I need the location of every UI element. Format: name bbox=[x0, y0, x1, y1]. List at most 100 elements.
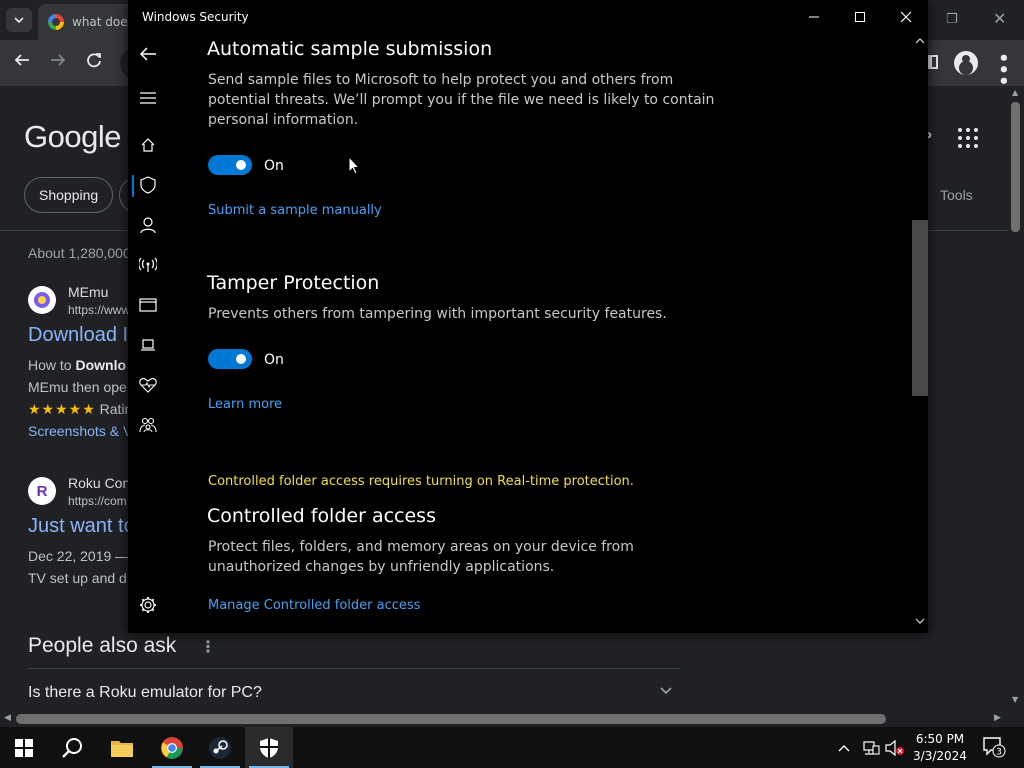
action-center-button[interactable]: 3 bbox=[982, 735, 1006, 763]
show-hidden-icons-button[interactable] bbox=[838, 727, 850, 768]
reload-icon[interactable] bbox=[86, 52, 102, 72]
network-icon bbox=[863, 740, 880, 755]
google-logo[interactable]: Google bbox=[24, 119, 121, 155]
minimize-icon bbox=[809, 16, 819, 18]
page-horizontal-scrollbar[interactable]: ◀ ▶ bbox=[0, 711, 1008, 727]
window-title: Windows Security bbox=[142, 10, 249, 24]
nav-settings[interactable] bbox=[128, 585, 168, 625]
submit-sample-link[interactable]: Submit a sample manually bbox=[208, 203, 382, 218]
result-snippet: TV set up and d bbox=[28, 570, 127, 586]
scroll-right-icon[interactable]: ▶ bbox=[994, 713, 1001, 723]
section-description-auto-sample: Send sample files to Microsoft to help p… bbox=[208, 72, 715, 128]
shield-icon bbox=[260, 737, 278, 758]
security-content: Automatic sample submission Send sample … bbox=[168, 34, 912, 633]
person-icon bbox=[140, 217, 156, 233]
scroll-up-icon[interactable]: ▲ bbox=[1012, 88, 1018, 97]
auto-sample-toggle-state: On bbox=[264, 158, 284, 174]
taskbar: 6:50 PM 3/3/2024 3 bbox=[0, 727, 1024, 768]
section-heading-tamper: Tamper Protection bbox=[207, 272, 380, 294]
scroll-thumb[interactable] bbox=[912, 220, 928, 396]
back-arrow-icon bbox=[139, 47, 156, 61]
nav-app-browser-control[interactable] bbox=[128, 285, 168, 325]
google-apps-icon[interactable] bbox=[958, 128, 978, 148]
scroll-up-icon[interactable] bbox=[915, 36, 925, 47]
toggle-knob bbox=[236, 160, 246, 170]
filter-chip-shopping[interactable]: Shopping bbox=[24, 177, 114, 213]
maximize-button[interactable] bbox=[837, 0, 883, 34]
nav-firewall[interactable] bbox=[128, 245, 168, 285]
profile-avatar-icon[interactable] bbox=[954, 51, 978, 75]
folder-icon bbox=[111, 740, 133, 757]
google-favicon-icon bbox=[48, 14, 64, 30]
security-nav bbox=[128, 34, 168, 633]
browser-menu-icon[interactable]: ••• bbox=[992, 52, 1013, 87]
volume-button[interactable] bbox=[885, 727, 905, 768]
section-heading-auto-sample: Automatic sample submission bbox=[207, 38, 493, 60]
result-title-link[interactable]: Download I bbox=[28, 324, 128, 347]
wireless-signal-icon bbox=[139, 257, 157, 272]
minimize-button[interactable] bbox=[791, 0, 837, 34]
hamburger-menu-icon bbox=[140, 92, 156, 104]
star-rating-icon: ★★★★★ bbox=[28, 401, 96, 417]
learn-more-link[interactable]: Learn more bbox=[208, 397, 282, 412]
result-rating: ★★★★★ Ratin bbox=[28, 401, 133, 417]
start-button[interactable] bbox=[0, 727, 48, 768]
result-snippet: MEmu then ope bbox=[28, 379, 127, 395]
scroll-thumb[interactable] bbox=[16, 714, 886, 724]
page-vertical-scrollbar[interactable]: ▲ ▼ bbox=[1008, 86, 1024, 711]
back-arrow-icon[interactable] bbox=[14, 52, 30, 72]
network-status-button[interactable] bbox=[862, 727, 880, 768]
nav-device-health[interactable] bbox=[128, 365, 168, 405]
tamper-toggle[interactable] bbox=[208, 349, 252, 369]
security-scrollbar[interactable] bbox=[912, 34, 928, 633]
nav-virus-protection[interactable] bbox=[128, 165, 168, 205]
taskbar-file-explorer[interactable] bbox=[98, 727, 146, 768]
scroll-down-icon[interactable]: ▼ bbox=[1012, 695, 1018, 704]
scroll-left-icon[interactable]: ◀ bbox=[4, 713, 11, 723]
result-site-name: Roku Con bbox=[68, 475, 131, 491]
result-url[interactable]: https://com bbox=[68, 494, 127, 508]
taskbar-search-button[interactable] bbox=[48, 727, 96, 768]
result-title-link[interactable]: Just want to bbox=[28, 515, 135, 538]
window-titlebar[interactable]: Windows Security bbox=[128, 0, 928, 34]
nav-device-security[interactable] bbox=[128, 325, 168, 365]
family-icon bbox=[139, 417, 157, 433]
taskbar-steam[interactable] bbox=[196, 727, 244, 768]
tools-button[interactable]: Tools bbox=[940, 187, 973, 203]
browser-close-button[interactable]: ✕ bbox=[993, 9, 1006, 28]
browser-tab[interactable]: what does bbox=[38, 4, 138, 40]
taskbar-windows-security[interactable] bbox=[245, 727, 293, 768]
nav-account-protection[interactable] bbox=[128, 205, 168, 245]
close-icon bbox=[900, 11, 912, 23]
nav-family-options[interactable] bbox=[128, 405, 168, 445]
scroll-down-icon[interactable] bbox=[915, 616, 925, 627]
nav-menu-button[interactable] bbox=[128, 78, 168, 118]
taskbar-clock[interactable]: 6:50 PM 3/3/2024 bbox=[910, 731, 970, 765]
toggle-knob bbox=[236, 354, 246, 364]
taskbar-chrome[interactable] bbox=[148, 727, 196, 768]
paa-question[interactable]: Is there a Roku emulator for PC? bbox=[28, 684, 262, 702]
forward-arrow-icon[interactable] bbox=[50, 52, 66, 72]
search-icon bbox=[62, 737, 82, 758]
people-also-ask-heading: People also ask bbox=[28, 634, 177, 657]
nav-back-button[interactable] bbox=[128, 34, 168, 74]
more-options-icon[interactable]: ⋮ bbox=[200, 637, 216, 656]
roku-favicon-icon: R bbox=[28, 477, 56, 505]
mouse-cursor-icon bbox=[348, 156, 360, 175]
result-snippet: How to Downlo bbox=[28, 357, 127, 373]
clock-time: 6:50 PM bbox=[915, 732, 965, 746]
nav-home[interactable] bbox=[128, 125, 168, 165]
chevron-down-icon bbox=[14, 17, 24, 23]
result-date: Dec 22, 2019 — bbox=[28, 548, 130, 564]
result-sitelink[interactable]: Screenshots & V bbox=[28, 423, 132, 439]
result-url[interactable]: https://www bbox=[68, 303, 130, 317]
browser-restore-button[interactable]: ❐ bbox=[946, 12, 958, 27]
auto-sample-toggle[interactable] bbox=[208, 155, 252, 175]
scroll-thumb[interactable] bbox=[1011, 102, 1020, 232]
chevron-down-icon[interactable] bbox=[660, 684, 672, 698]
laptop-icon bbox=[141, 339, 155, 351]
tab-search-button[interactable] bbox=[6, 8, 32, 32]
manage-cfa-link[interactable]: Manage Controlled folder access bbox=[208, 598, 420, 613]
tab-title: what does bbox=[72, 15, 134, 29]
close-button[interactable] bbox=[883, 0, 929, 34]
